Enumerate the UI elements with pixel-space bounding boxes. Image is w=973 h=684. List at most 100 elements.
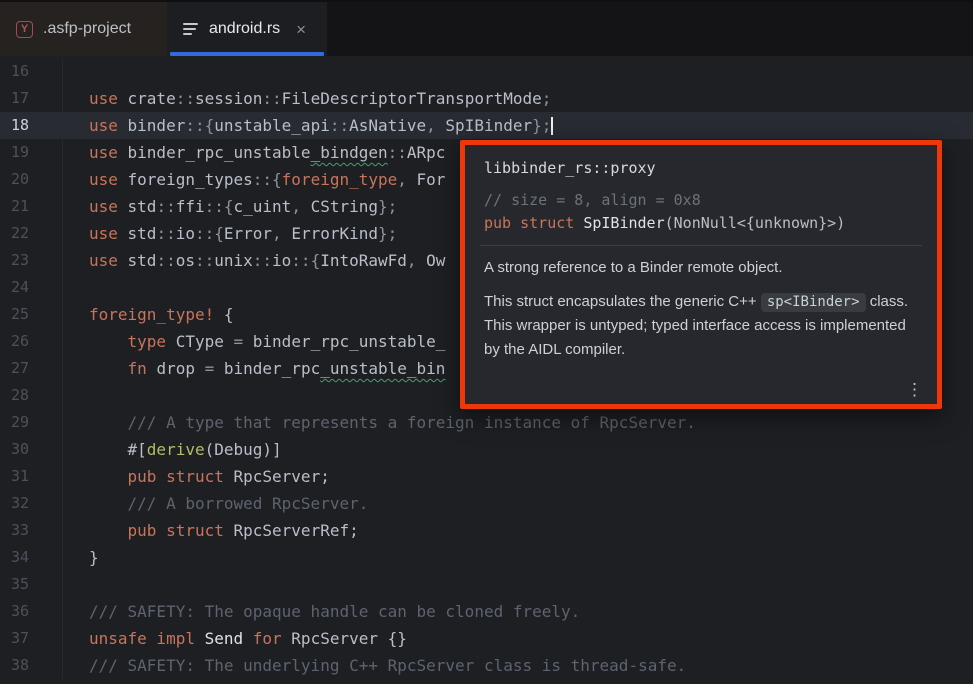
- code-line-30[interactable]: 30 #[derive(Debug)]: [0, 436, 973, 463]
- code-token: ::: [253, 251, 272, 270]
- code-token: [89, 440, 128, 459]
- tab-asfp-project[interactable]: Y .asfp-project: [0, 2, 167, 56]
- line-number: 28: [0, 382, 63, 409]
- code-token: )]: [262, 440, 281, 459]
- code-token: ;: [542, 89, 552, 108]
- more-actions-icon[interactable]: ⋮: [906, 381, 923, 398]
- tab-android-rs[interactable]: android.rs ×: [167, 2, 327, 56]
- code-token: ::: [156, 197, 175, 216]
- code-token: RpcServerRef: [234, 521, 350, 540]
- code-token: ffi: [176, 197, 205, 216]
- code-token: use: [89, 224, 128, 243]
- code-token: unix: [214, 251, 253, 270]
- line-number: 30: [0, 436, 63, 463]
- line-number: 21: [0, 193, 63, 220]
- code-token: [89, 413, 128, 432]
- code-line-34[interactable]: 34}: [0, 544, 973, 571]
- code-token: Ow: [426, 251, 445, 270]
- line-number: 31: [0, 463, 63, 490]
- code-token: ;: [349, 521, 359, 540]
- code-token: };: [532, 116, 551, 135]
- line-number: 35: [0, 571, 63, 598]
- line-number: 18: [0, 112, 63, 139]
- line-number: 22: [0, 220, 63, 247]
- code-token: =: [224, 332, 253, 351]
- code-token: IntoRawFd: [320, 251, 407, 270]
- code-token: ::{: [205, 197, 234, 216]
- popup-divider: [480, 245, 922, 246]
- code-line-35[interactable]: 35: [0, 571, 973, 598]
- code-token: Debug: [214, 440, 262, 459]
- line-number: 29: [0, 409, 63, 436]
- code-token: ,: [291, 197, 310, 216]
- code-token: };: [378, 224, 397, 243]
- doc-hover-popup: libbinder_rs::proxy // size = 8, align =…: [460, 140, 942, 409]
- code-token: use: [89, 170, 128, 189]
- code-token: foreign_types: [128, 170, 253, 189]
- code-token: _bindgen: [311, 143, 388, 162]
- tab-file-label: android.rs: [209, 20, 280, 38]
- code-token: drop: [156, 359, 195, 378]
- code-token: std: [128, 224, 157, 243]
- line-number: 32: [0, 490, 63, 517]
- code-token: ,: [407, 251, 426, 270]
- code-token: crate: [128, 89, 176, 108]
- code-line-29[interactable]: 29 /// A type that represents a foreign …: [0, 409, 973, 436]
- code-token: #[: [128, 440, 147, 459]
- code-token: =: [195, 359, 224, 378]
- code-line-17[interactable]: 17use crate::session::FileDescriptorTran…: [0, 85, 973, 112]
- code-line-18[interactable]: 18use binder::{unstable_api::AsNative, S…: [0, 112, 973, 139]
- code-token: pub struct: [128, 467, 234, 486]
- code-token: use: [89, 197, 128, 216]
- code-token: unstable_api: [214, 116, 330, 135]
- code-token: ;: [320, 467, 330, 486]
- code-token: /// A borrowed RpcServer.: [128, 494, 369, 513]
- doc-module-path: libbinder_rs::proxy: [484, 156, 918, 180]
- code-token: binder_rpc_unstable: [128, 143, 311, 162]
- code-token: }: [89, 548, 99, 567]
- tab-bar: Y .asfp-project android.rs ×: [0, 0, 973, 56]
- code-token: ARpc: [407, 143, 446, 162]
- line-number: 17: [0, 85, 63, 112]
- code-token: use: [89, 251, 128, 270]
- code-line-33[interactable]: 33 pub struct RpcServerRef;: [0, 517, 973, 544]
- line-number: 23: [0, 247, 63, 274]
- code-line-16[interactable]: 16: [0, 58, 973, 85]
- line-number: 27: [0, 355, 63, 382]
- code-line-31[interactable]: 31 pub struct RpcServer;: [0, 463, 973, 490]
- inline-code-chip: sp<IBinder>: [761, 293, 866, 312]
- code-token: [89, 332, 128, 351]
- code-token: std: [128, 251, 157, 270]
- code-token: _unstable_bin: [320, 359, 445, 378]
- code-token: fn: [128, 359, 157, 378]
- code-line-37[interactable]: 37unsafe impl Send for RpcServer {}: [0, 625, 973, 652]
- code-token: Error: [224, 224, 272, 243]
- code-token: os: [176, 251, 195, 270]
- code-token: ,: [397, 170, 416, 189]
- close-tab-icon[interactable]: ×: [296, 21, 306, 38]
- code-token: io: [272, 251, 291, 270]
- code-token: ::{: [253, 170, 282, 189]
- line-number: 20: [0, 166, 63, 193]
- line-number: 19: [0, 139, 63, 166]
- code-line-38[interactable]: 38/// SAFETY: The underlying C++ RpcServ…: [0, 652, 973, 679]
- code-line-36[interactable]: 36/// SAFETY: The opaque handle can be c…: [0, 598, 973, 625]
- line-number: 34: [0, 544, 63, 571]
- code-token: ::: [156, 224, 175, 243]
- doc-summary: A strong reference to a Binder remote ob…: [484, 256, 918, 280]
- code-token: std: [128, 197, 157, 216]
- code-token: [89, 467, 128, 486]
- code-token: (NonNull<{unknown}>): [665, 214, 846, 232]
- doc-description: This struct encapsulates the generic C++…: [484, 290, 918, 362]
- code-token: binder_rpc_unstable_: [253, 332, 446, 351]
- line-number: 16: [0, 58, 63, 85]
- code-token: ,: [426, 116, 445, 135]
- code-token: {: [214, 305, 233, 324]
- doc-signature: pub struct SpIBinder(NonNull<{unknown}>): [484, 212, 918, 235]
- editor-window: Y .asfp-project android.rs × 1617use cra…: [0, 0, 973, 684]
- code-token: {}: [378, 629, 407, 648]
- code-token: ::{: [195, 224, 224, 243]
- code-token: AsNative: [349, 116, 426, 135]
- line-number: 25: [0, 301, 63, 328]
- code-line-32[interactable]: 32 /// A borrowed RpcServer.: [0, 490, 973, 517]
